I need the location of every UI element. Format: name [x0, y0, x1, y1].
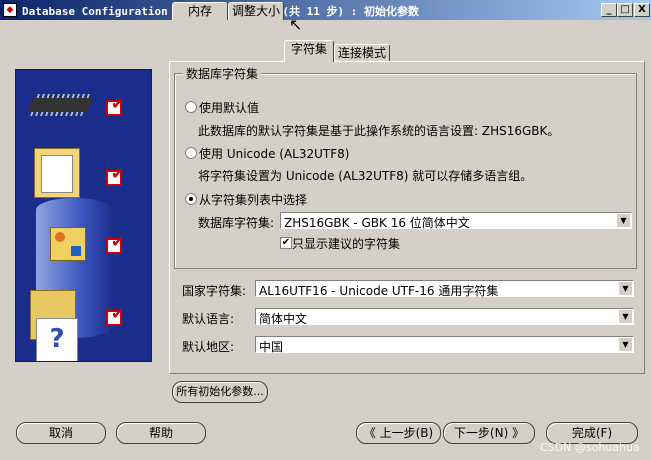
tab-sizing[interactable]: 调整大小 [228, 2, 284, 20]
default-territory-select[interactable]: 中国 ▼ [255, 336, 634, 354]
tab-connection-mode[interactable]: 连接模式 [334, 44, 390, 62]
default-territory-value: 中国 [259, 340, 284, 354]
memory-chip-icon [27, 98, 93, 112]
default-territory-label: 默认地区: [182, 340, 235, 354]
tab-charset[interactable]: 字符集 [284, 40, 334, 62]
back-arrow-icon: 《 [363, 426, 376, 440]
national-charset-label: 国家字符集: [182, 284, 247, 298]
national-charset-value: AL16UTF16 - Unicode UTF-16 通用字符集 [259, 284, 499, 298]
db-charset-value: ZHS16GBK - GBK 16 位简体中文 [284, 216, 470, 230]
all-params-button[interactable]: 所有初始化参数... [172, 381, 268, 403]
tab-memory-label: 内存 [187, 4, 212, 18]
radio-unicode[interactable] [185, 147, 197, 159]
radio-default-label[interactable]: 使用默认值 [199, 99, 259, 116]
recommended-only-checkbox[interactable]: ✔ [280, 237, 292, 249]
default-language-value: 简体中文 [259, 312, 308, 326]
charset-group-title: 数据库字符集 [183, 65, 262, 82]
maximize-button[interactable]: □ [617, 3, 633, 17]
help-button[interactable]: 帮助 [116, 422, 206, 444]
title-bar: ◆ Database Configuration Assistant, 步骤 9… [0, 0, 651, 20]
minimize-button[interactable]: _ [601, 3, 617, 17]
tab-memory[interactable]: 内存 [172, 2, 228, 20]
cancel-button[interactable]: 取消 [16, 422, 106, 444]
tab-sizing-label: 调整大小 [231, 4, 280, 18]
next-button[interactable]: 下一步(N) 》 [443, 422, 535, 444]
check-icon [106, 232, 124, 254]
radio-from-list-label[interactable]: 从字符集列表中选择 [199, 191, 307, 208]
back-button[interactable]: 《 上一步(B) [356, 422, 441, 444]
check-icon [106, 164, 124, 186]
question-folder-icon: ? [36, 318, 78, 361]
check-icon [106, 94, 124, 116]
radio-default[interactable] [185, 101, 197, 113]
unicode-description: 将字符集设置为 Unicode (AL32UTF8) 就可以存储多语言组。 [198, 169, 533, 183]
document-folder-icon [34, 148, 80, 198]
default-language-label: 默认语言: [182, 312, 235, 326]
national-charset-select[interactable]: AL16UTF16 - Unicode UTF-16 通用字符集 ▼ [255, 280, 634, 298]
watermark: CSDN @sohuahua [540, 441, 640, 454]
dropdown-arrow-icon[interactable]: ▼ [619, 310, 632, 323]
radio-unicode-label[interactable]: 使用 Unicode (AL32UTF8) [199, 145, 349, 162]
dropdown-arrow-icon[interactable]: ▼ [617, 214, 630, 227]
recommended-only-label[interactable]: 只显示建议的字符集 [292, 235, 400, 252]
app-icon: ◆ [3, 3, 17, 17]
radio-from-list[interactable] [185, 193, 197, 205]
default-description: 此数据库的默认字符集是基于此操作系统的语言设置: ZHS16GBK。 [198, 124, 560, 138]
tab-connection-mode-label: 连接模式 [337, 46, 386, 60]
back-button-label: 上一步(B) [379, 426, 434, 440]
wizard-illustration: ? [15, 69, 152, 362]
db-charset-select[interactable]: ZHS16GBK - GBK 16 位简体中文 ▼ [280, 212, 632, 230]
close-button[interactable]: X [634, 3, 650, 17]
default-language-select[interactable]: 简体中文 ▼ [255, 308, 634, 326]
tab-charset-label: 字符集 [290, 42, 327, 56]
dropdown-arrow-icon[interactable]: ▼ [619, 338, 632, 351]
next-arrow-icon: 》 [512, 426, 525, 440]
check-icon [106, 304, 124, 326]
dropdown-arrow-icon[interactable]: ▼ [619, 282, 632, 295]
db-charset-label: 数据库字符集: [198, 216, 275, 230]
mouse-cursor-icon: ↖ [289, 15, 303, 34]
shapes-database-icon [50, 227, 86, 261]
next-button-label: 下一步(N) [453, 426, 509, 440]
